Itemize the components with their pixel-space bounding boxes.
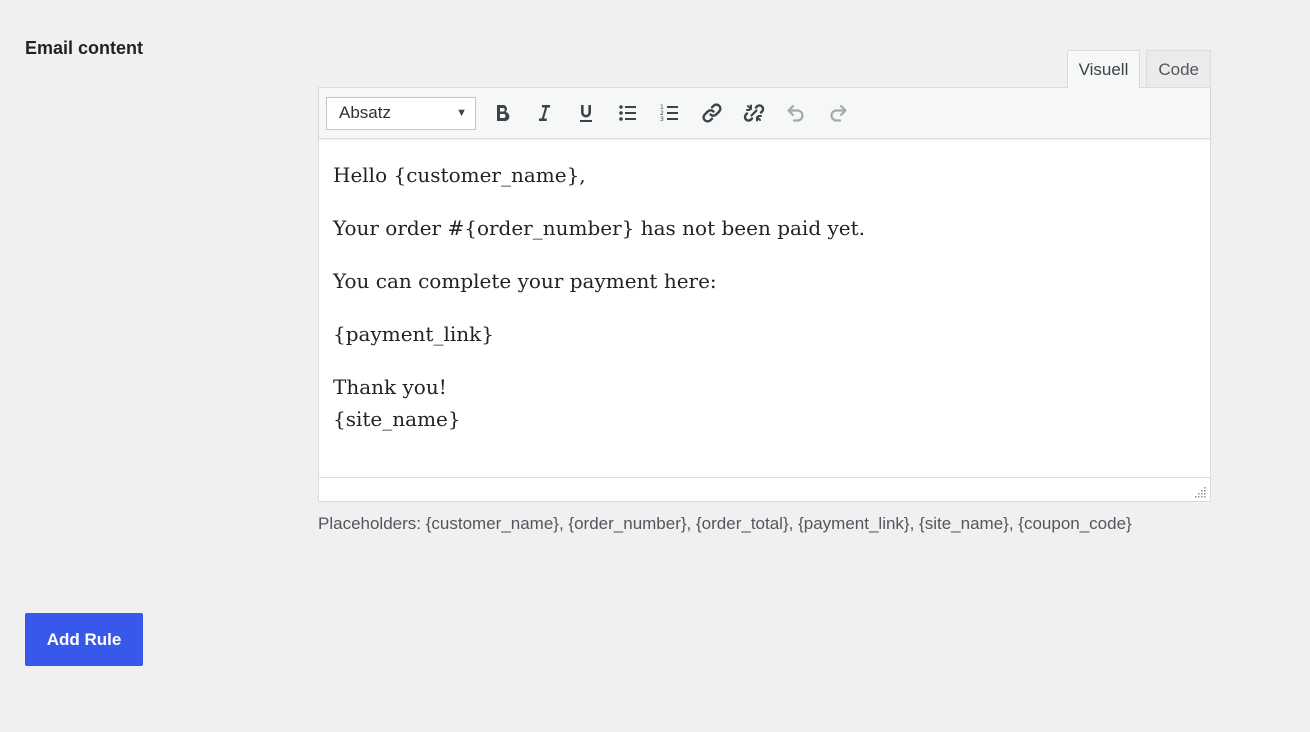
remove-link-button[interactable] xyxy=(737,96,771,130)
editor-toolbar: Absatz ▼ 1 2 3 xyxy=(319,88,1210,139)
content-payment-line: You can complete your payment here: xyxy=(333,269,717,293)
add-rule-button[interactable]: Add Rule xyxy=(25,613,143,666)
content-order-line: Your order #{order_number} has not been … xyxy=(333,216,866,240)
underline-button[interactable] xyxy=(569,96,603,130)
email-content-editor: Visuell Code Absatz ▼ 1 2 3 Hello {custo… xyxy=(318,50,1211,538)
tab-code[interactable]: Code xyxy=(1146,50,1211,87)
link-icon xyxy=(702,103,722,123)
format-select-value: Absatz xyxy=(339,103,391,122)
undo-icon xyxy=(787,104,804,122)
placeholders-help-text: Placeholders: {customer_name}, {order_nu… xyxy=(318,514,1132,533)
italic-button[interactable] xyxy=(527,96,561,130)
bullet-list-icon xyxy=(619,105,636,121)
numbered-list-icon: 1 2 3 xyxy=(660,104,678,123)
resize-handle-icon[interactable] xyxy=(1195,486,1207,498)
unlink-icon xyxy=(743,104,765,122)
content-greeting: Hello {customer_name}, xyxy=(333,163,586,187)
email-content-label: Email content xyxy=(25,38,144,58)
editor-content-area[interactable]: Hello {customer_name}, Your order #{orde… xyxy=(319,139,1210,477)
svg-text:3: 3 xyxy=(660,116,664,123)
undo-button[interactable] xyxy=(779,96,813,130)
tab-visual[interactable]: Visuell xyxy=(1066,50,1141,88)
editor-box: Absatz ▼ 1 2 3 Hello {customer_name}, Yo… xyxy=(318,87,1211,502)
insert-link-button[interactable] xyxy=(695,96,729,130)
bullet-list-button[interactable] xyxy=(611,96,645,130)
paragraph-format-select[interactable]: Absatz ▼ xyxy=(326,96,476,130)
content-site-name: {site_name} xyxy=(333,407,461,431)
content-thank-you: Thank you! xyxy=(333,375,447,399)
bold-icon xyxy=(497,105,510,122)
editor-status-bar xyxy=(319,477,1210,501)
content-signoff: Thank you! {site_name} xyxy=(333,371,1196,435)
editor-tabs: Visuell Code xyxy=(318,50,1211,88)
content-payment-link: {payment_link} xyxy=(333,322,494,346)
numbered-list-button[interactable]: 1 2 3 xyxy=(653,96,687,130)
redo-button[interactable] xyxy=(821,96,855,130)
underline-icon xyxy=(580,105,592,122)
redo-icon xyxy=(830,104,847,122)
bold-button[interactable] xyxy=(485,96,519,130)
italic-icon xyxy=(539,105,550,121)
chevron-down-icon: ▼ xyxy=(456,107,467,119)
